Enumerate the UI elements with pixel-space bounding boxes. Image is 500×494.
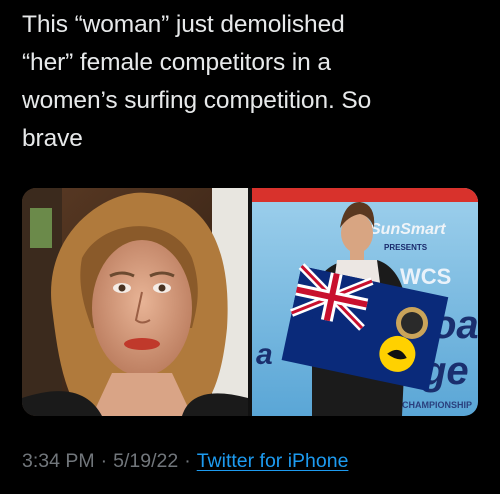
tweet-text-line: women’s surfing competition. So bbox=[22, 87, 372, 114]
tweet-text-line: This “woman” just demolished bbox=[22, 11, 345, 38]
tweet-text-line: brave bbox=[22, 125, 83, 152]
tweet-text-line: “her” female competitors in a bbox=[22, 49, 331, 76]
meta-separator: · bbox=[184, 450, 191, 472]
tweet-media-grid: SunSmart PRESENTS WCS oa ge CHAMPIONSHIP… bbox=[22, 188, 478, 416]
banner-text-championship: CHAMPIONSHIP bbox=[402, 400, 472, 410]
banner-text-sunsmart: SunSmart bbox=[370, 221, 446, 238]
tweet-date[interactable]: 5/19/22 bbox=[113, 450, 178, 473]
tweet-meta: 3:34 PM · 5/19/22 · Twitter for iPhone bbox=[22, 450, 348, 473]
meta-separator: · bbox=[100, 450, 108, 472]
surfer-holding-flag-photo[interactable]: SunSmart PRESENTS WCS oa ge CHAMPIONSHIP… bbox=[252, 188, 478, 416]
tweet-source-link[interactable]: Twitter for iPhone bbox=[197, 450, 349, 473]
tweet-text: This “woman” just demolished “her” femal… bbox=[22, 6, 482, 158]
person-selfie-photo[interactable] bbox=[22, 188, 248, 416]
banner-text-a: a bbox=[256, 338, 273, 371]
banner-text-wcs: WCS bbox=[400, 264, 451, 289]
tweet-time[interactable]: 3:34 PM bbox=[22, 450, 95, 473]
banner-text-presents: PRESENTS bbox=[384, 243, 428, 252]
